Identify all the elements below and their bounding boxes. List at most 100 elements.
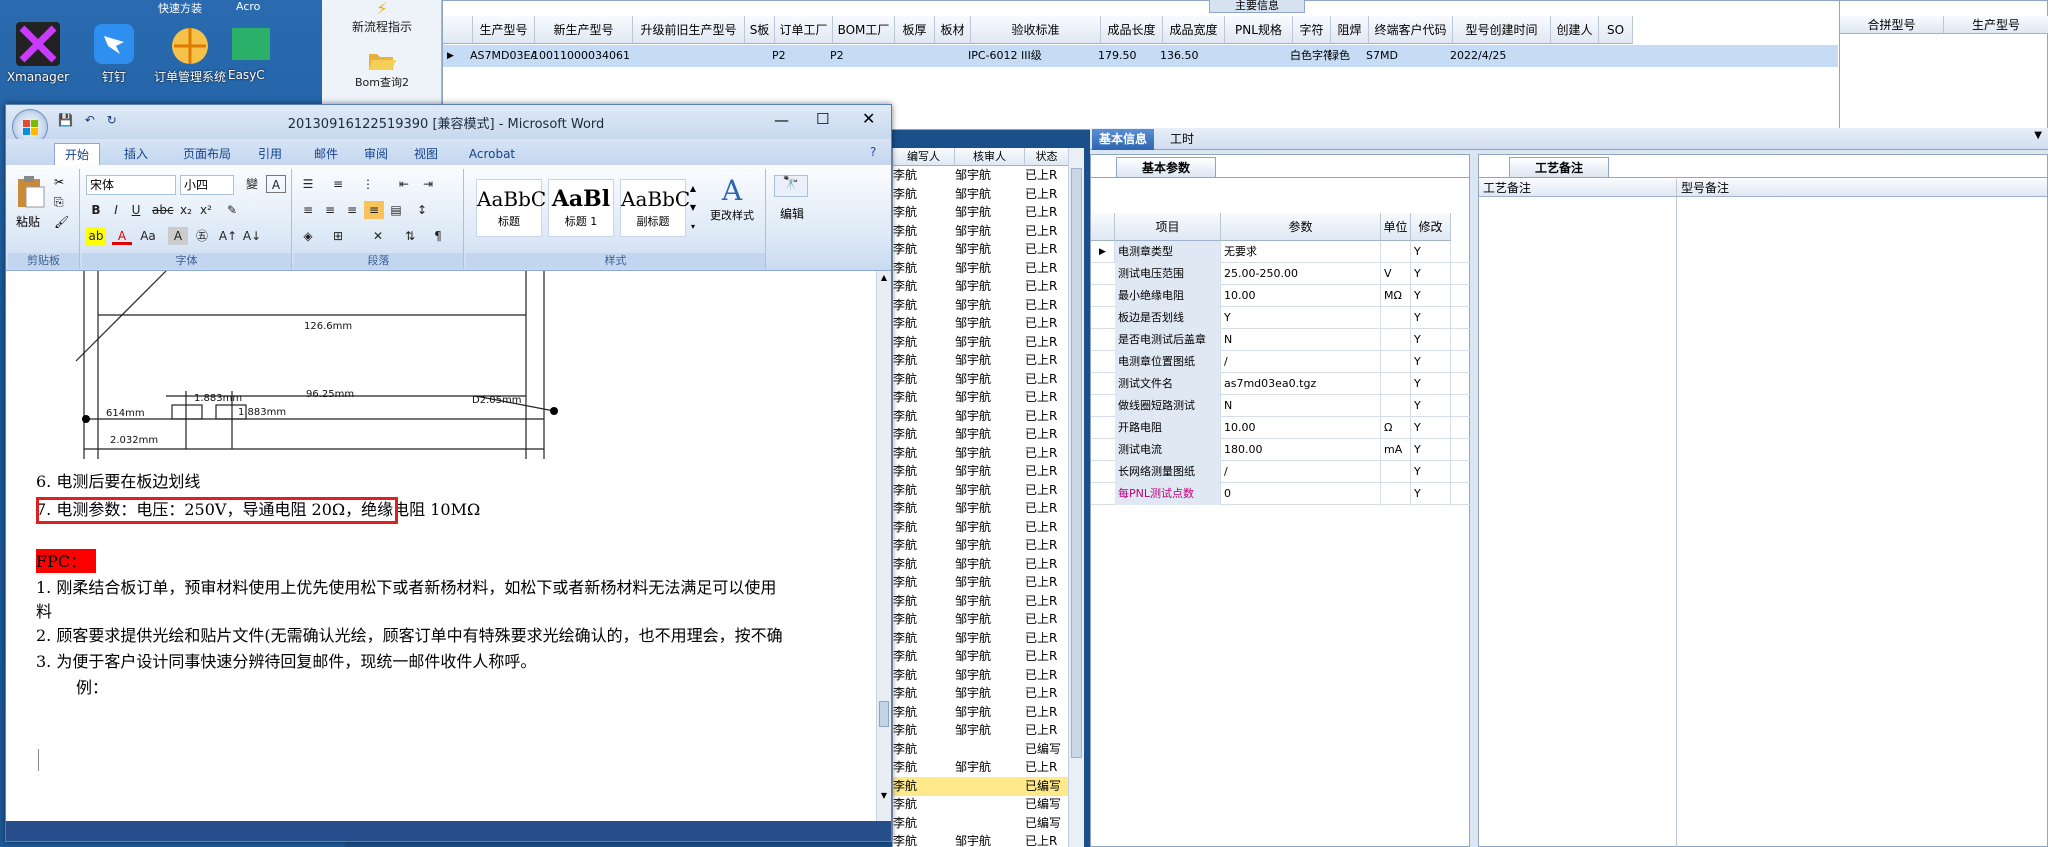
desktop-icon-order-system[interactable]: 订单管理系统 [152, 20, 228, 84]
tab-work-hours[interactable]: 工时 [1162, 129, 1202, 150]
grid-col-header[interactable]: 阻焊 [1331, 16, 1369, 44]
grid-col-header[interactable]: BOM工厂 [833, 16, 895, 44]
sort-icon[interactable]: ⇅ [400, 227, 420, 245]
bold-icon[interactable]: B [86, 201, 106, 219]
help-icon[interactable]: ? [870, 145, 876, 159]
process-note-area[interactable] [1479, 197, 1677, 847]
line-spacing-icon[interactable]: ↕ [412, 201, 432, 219]
chinese-layout-icon[interactable]: ✕ [368, 227, 388, 245]
model-note-area[interactable] [1677, 197, 2047, 847]
numbering-icon[interactable]: ≡ [328, 175, 348, 193]
list-item[interactable]: 李航 邹宇航 已上R [893, 166, 1069, 185]
char-border-icon[interactable]: A [266, 175, 286, 193]
paste-label[interactable]: 粘贴 [16, 213, 40, 230]
merge-model-header[interactable]: 合拼型号 [1840, 16, 1944, 34]
list-item[interactable]: 李航 邹宇航 已上R [893, 444, 1069, 463]
style-subtitle[interactable]: AaBbC 副标题 [620, 179, 690, 237]
params-row[interactable]: 是否电测试后盖章 N Y [1091, 329, 1471, 351]
cut-icon[interactable]: ✂ [54, 175, 64, 189]
grid-cell[interactable]: P2 [769, 45, 833, 67]
strikethrough-icon[interactable]: abc [152, 201, 174, 219]
italic-icon[interactable]: I [106, 201, 126, 219]
align-right-icon[interactable]: ≡ [342, 201, 362, 219]
params-row[interactable]: 测试文件名 as7md03ea0.tgz Y [1091, 373, 1471, 395]
production-model-header[interactable]: 生产型号 [1944, 16, 2048, 34]
grid-col-header[interactable]: 新生产型号 [535, 16, 633, 44]
styles-scroll[interactable]: ▲ ▼ ▾ [688, 179, 698, 237]
process-note-header[interactable]: 工艺备注 [1479, 179, 1677, 197]
tab-basic-info[interactable]: 基本信息 [1092, 129, 1154, 150]
justify-icon[interactable]: ≡ [364, 201, 384, 219]
params-row[interactable]: 测试电流 180.00 mA Y [1091, 439, 1471, 461]
align-center-icon[interactable]: ≡ [320, 201, 340, 219]
list-item[interactable]: 李航 邹宇航 已上R [893, 388, 1069, 407]
list-item[interactable]: 李航 邹宇航 已上R [893, 351, 1069, 370]
grid-cell[interactable] [1593, 45, 1633, 67]
list-item[interactable]: 李航 已编写 [893, 814, 1069, 833]
enclose-char-icon[interactable]: ㊄ [192, 227, 212, 245]
tab-review[interactable]: 审阅 [356, 143, 396, 165]
list-item[interactable]: 李航 邹宇航 已上R [893, 666, 1069, 685]
highlight-icon[interactable]: ab [86, 227, 106, 245]
undo-icon[interactable]: ↶ [85, 113, 95, 127]
grid-cell[interactable]: 2022/4/25 [1447, 45, 1551, 67]
scroll-thumb[interactable] [1071, 168, 1082, 758]
maximize-icon[interactable]: ☐ [816, 110, 829, 128]
decrease-indent-icon[interactable]: ⇤ [394, 175, 414, 193]
show-marks-icon[interactable]: ¶ [428, 227, 448, 245]
grid-col-header[interactable]: 订单工厂 [775, 16, 833, 44]
list-item[interactable]: 李航 邹宇航 已上R [893, 407, 1069, 426]
tab-page-layout[interactable]: 页面布局 [172, 143, 242, 165]
grid-cell[interactable]: AS7MD03EA0 [467, 45, 535, 67]
col-status-header[interactable]: 状态 [1025, 148, 1069, 166]
increase-indent-icon[interactable]: ⇥ [418, 175, 438, 193]
list-item[interactable]: 李航 邹宇航 已上R [893, 499, 1069, 518]
tab-home[interactable]: 开始 [54, 143, 100, 165]
tab-acrobat[interactable]: Acrobat [462, 143, 522, 165]
scroll-down-icon[interactable]: ▼ [878, 791, 890, 803]
list-item[interactable]: 李航 邹宇航 已上R [893, 536, 1069, 555]
grid-col-header[interactable]: 验收标准 [971, 16, 1101, 44]
params-row[interactable]: 开路电阻 10.00 Ω Y [1091, 417, 1471, 439]
clipboard-icon[interactable] [16, 175, 46, 209]
params-cell[interactable]: 10.00 [1221, 285, 1381, 307]
list-item[interactable]: 李航 邹宇航 已上R [893, 592, 1069, 611]
params-cell[interactable]: N [1221, 329, 1381, 351]
grid-cell[interactable]: 10011000034061 [529, 45, 633, 67]
document-page[interactable]: 126.6mm 1.883mm 1.883mm 614mm 2.032mm 96… [6, 271, 876, 821]
shading-icon[interactable]: ◈ [298, 227, 318, 245]
list-item[interactable]: 李航 邹宇航 已上R [893, 240, 1069, 259]
grid-col-header[interactable]: S板 [745, 16, 775, 44]
params-row[interactable]: 长网络测量图纸 / Y [1091, 461, 1471, 483]
grid-col-header[interactable]: 终端客户代码 [1369, 16, 1453, 44]
list-item[interactable]: 李航 已编写 [893, 795, 1069, 814]
list-item[interactable]: 李航 邹宇航 已上R [893, 573, 1069, 592]
scroll-up-icon[interactable]: ▲ [878, 273, 890, 285]
list-item[interactable]: 李航 已编写 [893, 740, 1069, 759]
list-item[interactable]: 李航 邹宇航 已上R [893, 370, 1069, 389]
list-item[interactable]: 李航 邹宇航 已上R [893, 296, 1069, 315]
params-modify-header[interactable]: 修改 [1411, 213, 1451, 241]
tab-view[interactable]: 视图 [406, 143, 446, 165]
list-item[interactable]: 李航 邹宇航 已上R [893, 333, 1069, 352]
grid-col-header[interactable]: 字符 [1293, 16, 1331, 44]
params-cell[interactable]: 0 [1221, 483, 1381, 505]
change-case-icon[interactable]: Aa [138, 227, 158, 245]
grid-col-header[interactable]: SO [1599, 16, 1633, 44]
clear-format-icon[interactable]: ✎ [222, 201, 242, 219]
chevron-down-icon[interactable]: ▼ [2034, 130, 2042, 141]
params-cell[interactable]: 180.00 [1221, 439, 1381, 461]
close-icon[interactable]: ✕ [862, 109, 875, 128]
grid-col-header[interactable]: 成品长度 [1101, 16, 1163, 44]
desktop-icon-dingtalk[interactable]: 钉钉 [76, 20, 152, 84]
tab-basic-params[interactable]: 基本参数 [1116, 157, 1216, 177]
list-item[interactable]: 李航 邹宇航 已上R [893, 684, 1069, 703]
list-item[interactable]: 李航 邹宇航 已上R [893, 203, 1069, 222]
params-cell[interactable]: / [1221, 461, 1381, 483]
document-scrollbar[interactable]: ▲ ▼ [876, 271, 891, 821]
list-item[interactable]: 李航 邹宇航 已上R [893, 518, 1069, 537]
list-item[interactable]: 李航 邹宇航 已上R [893, 721, 1069, 740]
grid-cell[interactable]: IPC-6012 III级 [965, 45, 1101, 67]
desktop-icon-xmanager[interactable]: Xmanager [0, 20, 76, 84]
underline-icon[interactable]: U [126, 201, 146, 219]
